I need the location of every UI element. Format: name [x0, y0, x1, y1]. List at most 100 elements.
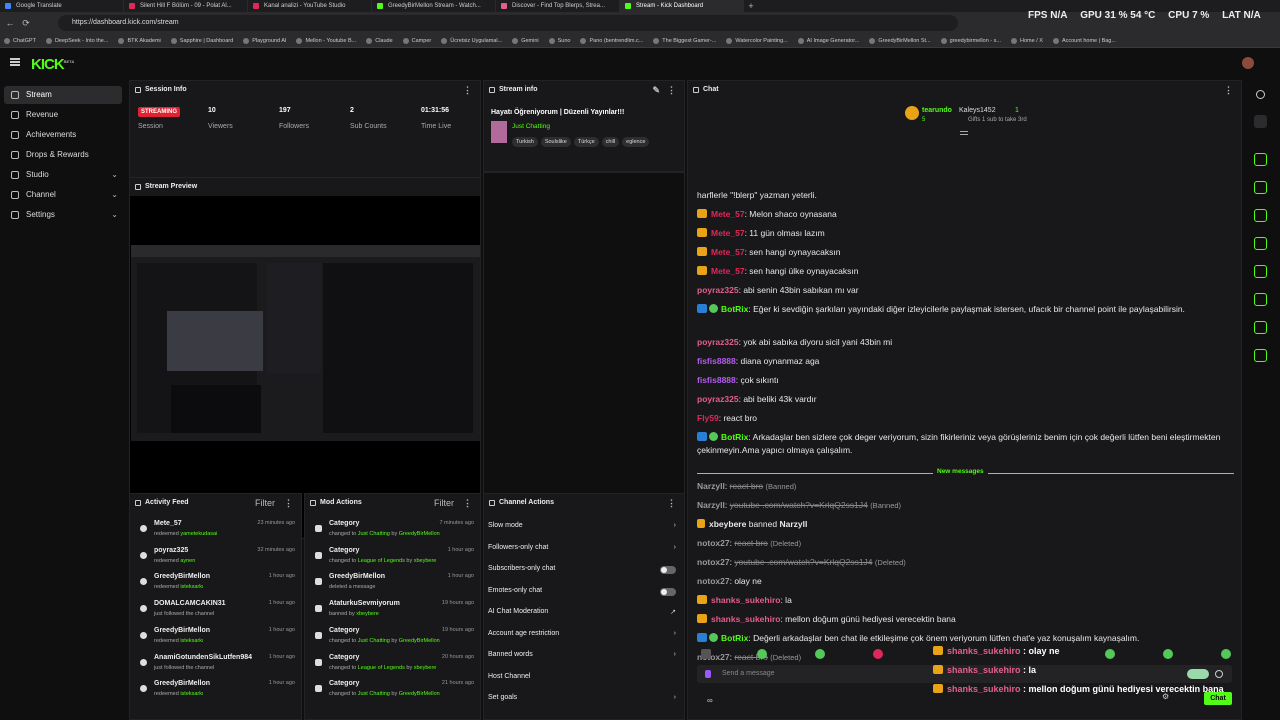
- bookmark-item[interactable]: Home / X: [1011, 37, 1043, 44]
- tag[interactable]: eglence: [622, 137, 650, 147]
- chat-username[interactable]: poyraz325: [697, 285, 739, 295]
- activity-user[interactable]: Mete_57: [154, 520, 182, 527]
- activity-user[interactable]: GreedyBirMellon: [154, 627, 210, 634]
- activity-user[interactable]: AnamiGotundenSikLutfen984: [154, 654, 252, 661]
- mod-action-title[interactable]: Category: [329, 627, 359, 634]
- wrench-icon[interactable]: [1254, 321, 1267, 334]
- browser-tab[interactable]: Kanal analizi - YouTube Studio: [248, 0, 372, 12]
- channel-action-host-channel[interactable]: Host Channel: [488, 673, 676, 689]
- chat-username[interactable]: Fly59: [697, 413, 719, 423]
- more-options-icon[interactable]: ⋮: [1224, 81, 1233, 99]
- channel-action-account-age-restriction[interactable]: Account age restriction ›: [488, 630, 676, 646]
- calendar-icon[interactable]: [1254, 293, 1267, 306]
- chat-username[interactable]: BotRix: [721, 633, 748, 643]
- bookmark-item[interactable]: Pano (bentrendlim.c...: [580, 37, 643, 44]
- share-icon[interactable]: [1254, 349, 1267, 362]
- activity-user[interactable]: GreedyBirMellon: [154, 680, 210, 687]
- sidebar-item-studio[interactable]: Studio ⌄: [4, 166, 122, 184]
- chat-username[interactable]: notox27: [697, 576, 730, 586]
- kick-logo[interactable]: KICKBETA: [31, 56, 74, 73]
- avatar[interactable]: [1242, 57, 1254, 69]
- broadcast-icon[interactable]: [1254, 265, 1267, 278]
- channel-action-followers-only-chat[interactable]: Followers-only chat ›: [488, 544, 676, 560]
- channel-action-slow-mode[interactable]: Slow mode ›: [488, 522, 676, 538]
- activity-user[interactable]: GreedyBirMellon: [154, 573, 210, 580]
- chat-username[interactable]: poyraz325: [697, 337, 739, 347]
- sidebar-item-settings[interactable]: Settings ⌄: [4, 206, 122, 224]
- top-gifter-name[interactable]: tearundo: [922, 107, 952, 114]
- chevron-right-icon[interactable]: ›: [674, 651, 676, 658]
- more-options-icon[interactable]: ⋮: [667, 494, 676, 512]
- filter-button[interactable]: Filter: [255, 494, 275, 512]
- bookmark-item[interactable]: ChatGPT: [4, 37, 36, 44]
- browser-tab[interactable]: GreedyBirMellon Stream - Watch...: [372, 0, 496, 12]
- channel-action-set-goals[interactable]: Set goals ›: [488, 694, 676, 710]
- document-icon[interactable]: [1254, 209, 1267, 222]
- emote-icon[interactable]: [1105, 649, 1115, 659]
- chevron-right-icon[interactable]: ›: [674, 630, 676, 637]
- bookmark-item[interactable]: GreedyBirMellon St...: [869, 37, 931, 44]
- gifter-name[interactable]: Kaleys1452: [959, 107, 996, 114]
- bookmark-item[interactable]: Playground AI: [243, 37, 286, 44]
- emote-icon[interactable]: [873, 649, 883, 659]
- sidebar-item-stream[interactable]: Stream: [4, 86, 122, 104]
- tool-icon[interactable]: [1254, 153, 1267, 166]
- bookmark-item[interactable]: AI Image Generator...: [797, 37, 859, 44]
- emote-icon[interactable]: [1163, 649, 1173, 659]
- chevron-right-icon[interactable]: ›: [674, 694, 676, 701]
- mod-action-title[interactable]: GreedyBirMellon: [329, 573, 385, 580]
- new-tab-button[interactable]: +: [744, 0, 758, 12]
- toggle-switch[interactable]: [660, 587, 676, 596]
- back-icon[interactable]: ←: [4, 18, 16, 28]
- bookmark-item[interactable]: The Biggest Gamer-...: [653, 37, 716, 44]
- chat-username[interactable]: Narzyll: [697, 500, 725, 510]
- filter-button[interactable]: Filter: [434, 494, 454, 512]
- bookmark-item[interactable]: Ücretsiz Uygulamal...: [441, 37, 502, 44]
- more-options-icon[interactable]: ⋮: [284, 494, 293, 512]
- channel-action-subscribers-only-chat[interactable]: Subscribers-only chat: [488, 565, 676, 581]
- sidebar-item-achievements[interactable]: Achievements: [4, 126, 122, 144]
- bookmark-item[interactable]: DeepSeek - Into the...: [45, 37, 108, 44]
- activity-user[interactable]: poyraz325: [154, 547, 188, 554]
- bookmark-item[interactable]: Suno: [548, 37, 570, 44]
- mod-action-title[interactable]: Category: [329, 547, 359, 554]
- bookmark-item[interactable]: BTK Akademi: [118, 37, 161, 44]
- bookmark-item[interactable]: Watercolor Painting...: [726, 37, 788, 44]
- tag[interactable]: chill: [601, 137, 620, 147]
- chevron-down-icon[interactable]: ⌄: [111, 186, 118, 204]
- browser-tab[interactable]: Google Translate: [0, 0, 124, 12]
- edit-tool-icon[interactable]: [1254, 115, 1267, 128]
- chat-username[interactable]: shanks_sukehiro: [711, 614, 780, 624]
- activity-user[interactable]: DOMALCAMCAKIN31: [154, 600, 226, 607]
- emote-icon[interactable]: [701, 649, 711, 659]
- bookmark-item[interactable]: Mellon - Youtube B...: [296, 37, 356, 44]
- chat-username[interactable]: fisfis8888: [697, 356, 736, 366]
- bookmark-item[interactable]: Account home | Bag...: [1052, 37, 1116, 44]
- banned-user[interactable]: Narzyll: [779, 519, 807, 529]
- lightning-icon[interactable]: [1254, 181, 1267, 194]
- channel-action-banned-words[interactable]: Banned words ›: [488, 651, 676, 667]
- mod-action-title[interactable]: AtaturkuSevmiyorum: [329, 600, 400, 607]
- sidebar-item-drops-rewards[interactable]: Drops & Rewards: [4, 146, 122, 164]
- chat-username[interactable]: Mete_57: [711, 266, 745, 276]
- collapse-handle-icon[interactable]: [960, 131, 968, 135]
- reload-icon[interactable]: ⟳: [20, 18, 32, 29]
- more-options-icon[interactable]: ⋮: [667, 81, 676, 99]
- chat-username[interactable]: BotRix: [721, 432, 748, 442]
- mod-action-title[interactable]: Category: [329, 654, 359, 661]
- sidebar-item-channel[interactable]: Channel ⌄: [4, 186, 122, 204]
- chat-username[interactable]: Mete_57: [711, 247, 745, 257]
- emote-icon[interactable]: [1221, 649, 1231, 659]
- bookmark-item[interactable]: Gemini: [512, 37, 539, 44]
- chat-username[interactable]: fisfis8888: [697, 375, 736, 385]
- stream-preview-video[interactable]: [131, 245, 480, 441]
- chat-username[interactable]: xbeybere: [709, 519, 746, 529]
- chat-username[interactable]: notox27: [697, 538, 730, 548]
- emote-icon[interactable]: [815, 649, 825, 659]
- more-options-icon[interactable]: ⋮: [463, 494, 472, 512]
- status-icon[interactable]: [1256, 90, 1265, 99]
- channel-action-emotes-only-chat[interactable]: Emotes-only chat: [488, 587, 676, 603]
- more-options-icon[interactable]: ⋮: [463, 81, 472, 99]
- chat-username[interactable]: BotRix: [721, 304, 748, 314]
- browser-tab[interactable]: Silent Hill F Bölüm - 09 - Polat Al...: [124, 0, 248, 12]
